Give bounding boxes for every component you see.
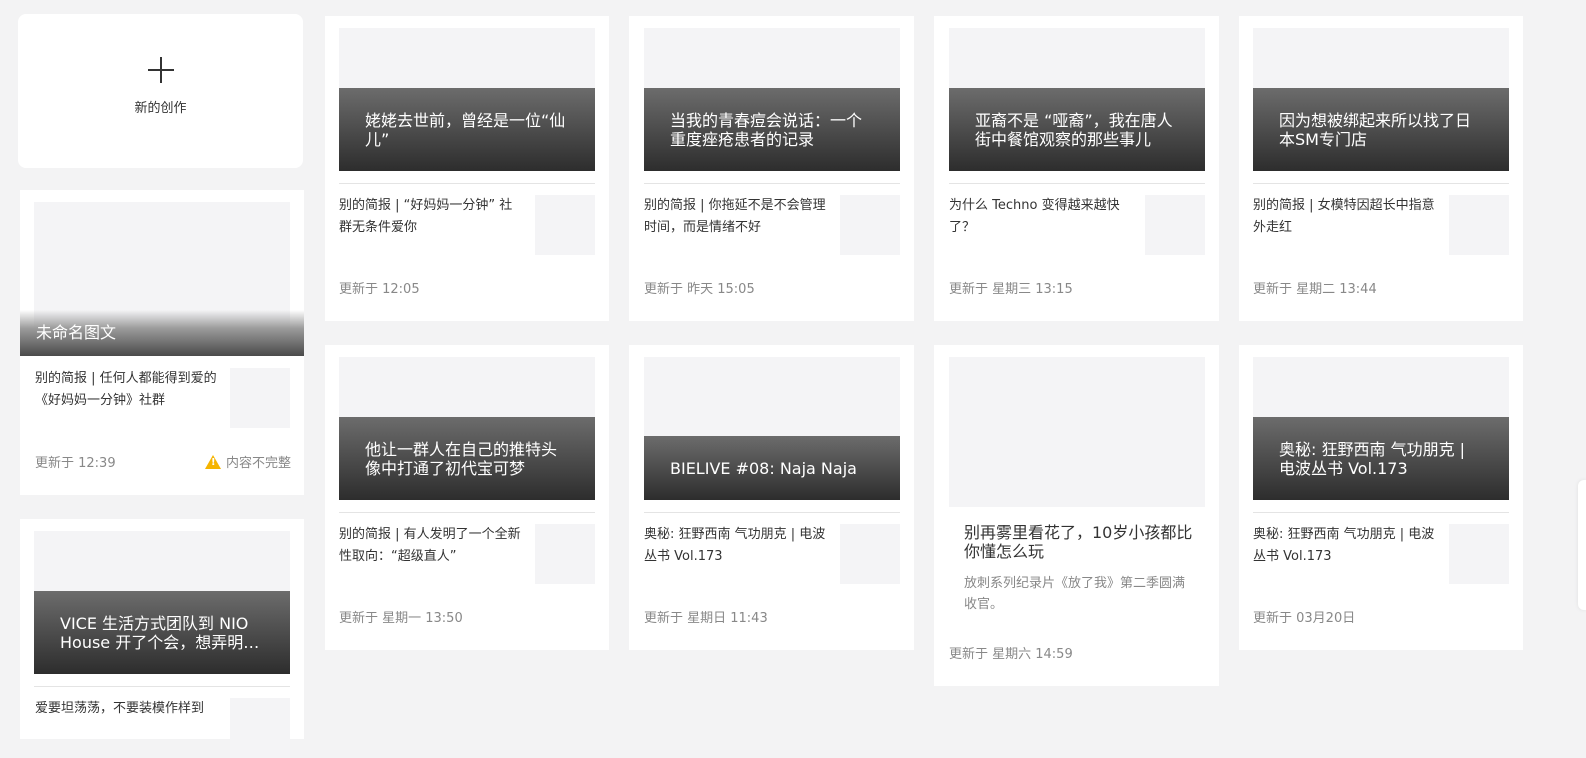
incomplete-warning: 内容不完整 <box>204 452 291 471</box>
summary-text: 为什么 Techno 变得越来越快了？ <box>949 198 1120 235</box>
draft-card[interactable]: 未命名图文 别的简报 | 任何人都能得到爱的《好妈妈一分钟》社群 更新于 12:… <box>20 190 304 495</box>
article-card[interactable]: 当我的青春痘会说话：一个重度痤疮患者的记录 别的简报 | 你拖延不是不会管理时间… <box>629 16 914 321</box>
article-card[interactable]: 奥秘: 狂野西南 气功朋克 | 电波丛书 Vol.173 奥秘: 狂野西南 气功… <box>1239 345 1523 650</box>
cover-title: 奥秘: 狂野西南 气功朋克 | 电波丛书 Vol.173 <box>1253 417 1509 500</box>
plus-icon <box>147 56 174 83</box>
warning-icon <box>204 454 221 469</box>
summary-thumbnail <box>535 195 595 255</box>
summary-thumbnail <box>1449 195 1509 255</box>
warning-text: 内容不完整 <box>225 456 291 471</box>
cover-image: 因为想被绑起来所以找了日本SM专门店 <box>1253 28 1509 171</box>
summary-text: 别的简报 | “好妈妈一分钟” 社群无条件爱你 <box>339 198 513 235</box>
article-card[interactable]: 亚裔不是 “哑裔”，我在唐人街中餐馆观察的那些事儿 为什么 Techno 变得越… <box>934 16 1219 321</box>
cover-image: 姥姥去世前，曾经是一位“仙儿” <box>339 28 595 171</box>
article-card[interactable]: BIELIVE #08: Naja Naja 奥秘: 狂野西南 气功朋克 | 电… <box>629 345 914 650</box>
cover-title: BIELIVE #08: Naja Naja <box>644 436 900 500</box>
new-creation-label: 新的创作 <box>134 100 187 116</box>
summary-text: 爱要坦荡荡，不要装模作样到 <box>35 701 205 716</box>
cover-image: 他让一群人在自己的推特头像中打通了初代宝可梦 <box>339 357 595 500</box>
draft-card[interactable]: VICE 生活方式团队到 NIO House 开了个会，想弄明… 爱要坦荡荡，不… <box>20 519 304 758</box>
divider <box>644 512 900 513</box>
divider <box>1253 183 1509 184</box>
updated-time: 更新于 12:39 <box>35 456 116 471</box>
summary-thumbnail <box>230 698 290 758</box>
updated-time: 更新于 12:05 <box>339 282 420 297</box>
cover-image: VICE 生活方式团队到 NIO House 开了个会，想弄明… <box>34 531 290 674</box>
article-card[interactable]: 别再雾里看花了，10岁小孩都比你懂怎么玩 放刺系列纪录片《放了我》第二季圆满收官… <box>934 345 1219 686</box>
summary-thumbnail <box>535 524 595 584</box>
divider <box>644 183 900 184</box>
summary-thumbnail <box>230 368 290 428</box>
updated-time: 更新于 星期日 11:43 <box>644 611 768 626</box>
cover-title: 姥姥去世前，曾经是一位“仙儿” <box>339 88 595 171</box>
updated-time: 更新于 昨天 15:05 <box>644 282 755 297</box>
cover-image: 当我的青春痘会说话：一个重度痤疮患者的记录 <box>644 28 900 171</box>
updated-time: 更新于 星期一 13:50 <box>339 611 463 626</box>
cover-image: 未命名图文 <box>20 202 304 356</box>
article-card[interactable]: 因为想被绑起来所以找了日本SM专门店 别的简报 | 女模特因超长中指意外走红 更… <box>1239 16 1523 321</box>
cover-title: 他让一群人在自己的推特头像中打通了初代宝可梦 <box>339 417 595 500</box>
cover-image: 奥秘: 狂野西南 气功朋克 | 电波丛书 Vol.173 <box>1253 357 1509 500</box>
cover-image: 亚裔不是 “哑裔”，我在唐人街中餐馆观察的那些事儿 <box>949 28 1205 171</box>
summary-thumbnail <box>840 524 900 584</box>
updated-time: 更新于 03月20日 <box>1253 611 1356 626</box>
cover-title: VICE 生活方式团队到 NIO House 开了个会，想弄明… <box>34 591 290 674</box>
summary-thumbnail <box>840 195 900 255</box>
updated-time: 更新于 星期三 13:15 <box>949 282 1073 297</box>
divider <box>34 686 290 687</box>
side-panel-handle[interactable] <box>1578 480 1586 610</box>
new-creation-card[interactable]: 新的创作 <box>18 14 303 168</box>
cover-image <box>949 357 1205 507</box>
divider <box>949 183 1205 184</box>
divider <box>339 183 595 184</box>
summary-text: 奥秘: 狂野西南 气功朋克 | 电波丛书 Vol.173 <box>1253 527 1435 564</box>
summary-text: 别的简报 | 女模特因超长中指意外走红 <box>1253 198 1435 235</box>
article-card[interactable]: 姥姥去世前，曾经是一位“仙儿” 别的简报 | “好妈妈一分钟” 社群无条件爱你 … <box>325 16 609 321</box>
summary-text: 别的简报 | 你拖延不是不会管理时间，而是情绪不好 <box>644 198 826 235</box>
summary-thumbnail <box>1145 195 1205 255</box>
article-title: 别再雾里看花了，10岁小孩都比你懂怎么玩 <box>964 523 1193 561</box>
article-card[interactable]: 他让一群人在自己的推特头像中打通了初代宝可梦 别的简报 | 有人发明了一个全新性… <box>325 345 609 650</box>
updated-time: 更新于 星期六 14:59 <box>949 647 1073 662</box>
cover-image: BIELIVE #08: Naja Naja <box>644 357 900 500</box>
summary-thumbnail <box>1449 524 1509 584</box>
summary-text: 奥秘: 狂野西南 气功朋克 | 电波丛书 Vol.173 <box>644 527 826 564</box>
cover-title: 亚裔不是 “哑裔”，我在唐人街中餐馆观察的那些事儿 <box>949 88 1205 171</box>
cover-title: 因为想被绑起来所以找了日本SM专门店 <box>1253 88 1509 171</box>
summary-text: 别的简报 | 有人发明了一个全新性取向：“超级直人” <box>339 527 521 564</box>
cover-title: 未命名图文 <box>20 310 304 356</box>
divider <box>339 512 595 513</box>
summary-text: 别的简报 | 任何人都能得到爱的《好妈妈一分钟》社群 <box>35 371 217 408</box>
divider <box>1253 512 1509 513</box>
cover-title: 当我的青春痘会说话：一个重度痤疮患者的记录 <box>644 88 900 171</box>
article-description: 放刺系列纪录片《放了我》第二季圆满收官。 <box>964 576 1186 612</box>
updated-time: 更新于 星期二 13:44 <box>1253 282 1377 297</box>
